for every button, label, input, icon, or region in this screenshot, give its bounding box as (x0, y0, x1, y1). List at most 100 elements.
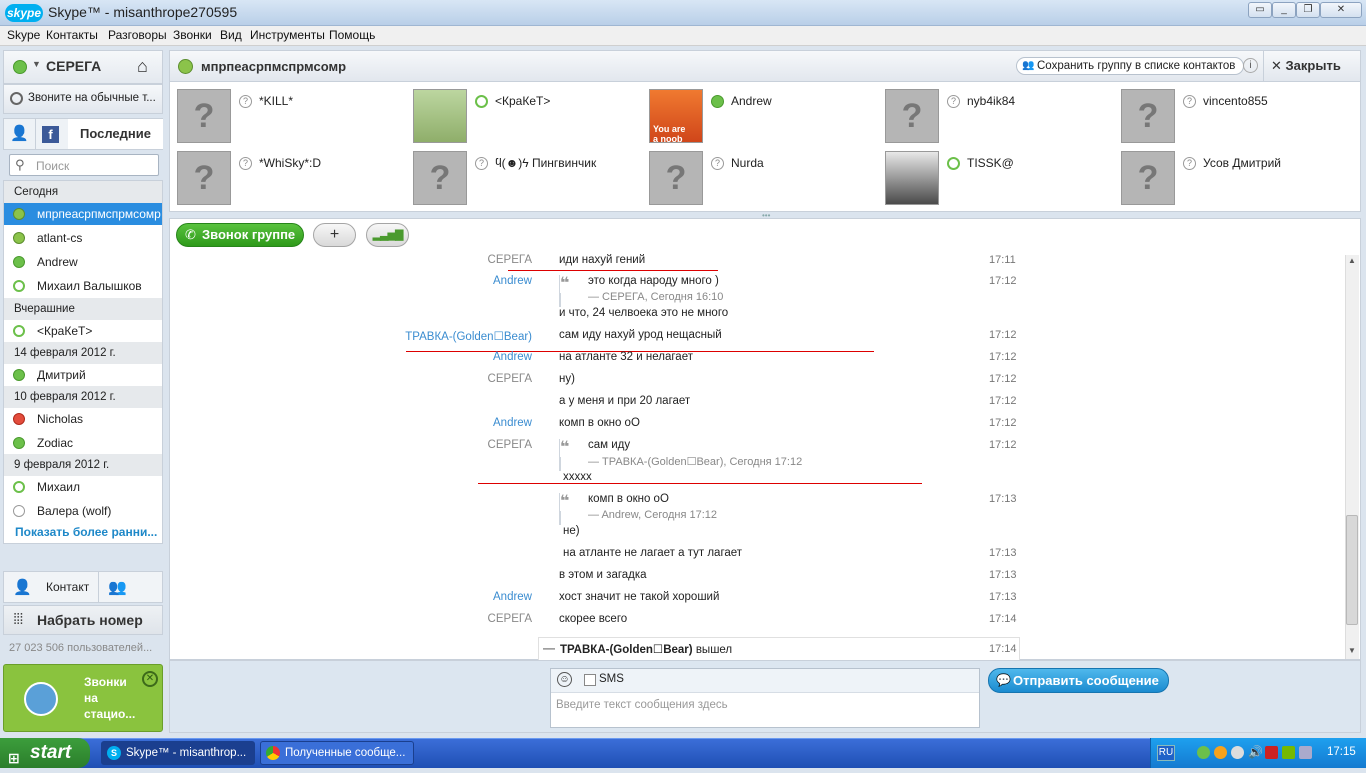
maximize-button[interactable]: ❐ (1296, 2, 1320, 18)
message-author[interactable]: СЕРЕГА (488, 254, 532, 266)
tab-recent[interactable]: Последние (68, 119, 163, 149)
message-author[interactable]: СЕРЕГА (488, 439, 532, 451)
tray-app-icon[interactable] (1265, 746, 1278, 759)
avatar: You are a noob (649, 89, 703, 144)
avatar-placeholder-icon: ? (1121, 151, 1175, 205)
add-contact-icon[interactable]: 👤 (13, 578, 32, 596)
user-profile-bar[interactable]: ▼ СЕРЕГА ⌂ (3, 50, 163, 84)
menu-help[interactable]: Помощь (329, 28, 375, 42)
message-author[interactable]: Andrew (493, 275, 532, 287)
user-name[interactable]: СЕРЕГА (46, 58, 101, 74)
message-author[interactable]: Andrew (493, 417, 532, 429)
nvidia-icon[interactable] (1282, 746, 1295, 759)
taskbar-item-skype[interactable]: S Skype™ - misanthrop... (101, 741, 255, 765)
home-icon[interactable]: ⌂ (137, 56, 148, 77)
close-conversation-button[interactable]: ✕ Закрыть (1271, 58, 1341, 74)
recent-item[interactable]: Andrew (4, 251, 162, 273)
call-phones-button[interactable]: Звоните на обычные т... (3, 84, 163, 114)
member-card[interactable]: ?? *KILL* (177, 89, 407, 147)
promo-line: на (84, 691, 98, 705)
message-author[interactable]: ТРАВКА-(Golden☐Bear) (405, 329, 532, 343)
recent-item[interactable]: Михаил Валышков (4, 275, 162, 297)
facebook-icon[interactable]: f (42, 126, 59, 143)
recent-item[interactable]: atlant-cs (4, 227, 162, 249)
message-time: 17:12 (989, 275, 1017, 287)
close-promo-icon[interactable]: ✕ (142, 671, 158, 687)
member-card[interactable]: ?? vincento855 (1121, 89, 1351, 147)
create-group-icon[interactable]: 👥 (108, 578, 127, 596)
language-indicator[interactable]: RU (1157, 745, 1175, 761)
close-window-button[interactable]: ✕ (1320, 2, 1362, 18)
start-button[interactable]: ⊞ start (0, 738, 90, 768)
scrollbar-thumb[interactable] (1346, 515, 1358, 625)
recent-item[interactable]: Валера (wolf) (4, 500, 162, 522)
message-author[interactable]: СЕРЕГА (488, 373, 532, 385)
tray-app-icon[interactable] (1214, 746, 1227, 759)
menu-view[interactable]: Вид (220, 28, 242, 42)
menu-tools[interactable]: Инструменты (250, 28, 325, 42)
volume-icon[interactable]: 🔊 (1248, 745, 1263, 759)
recent-item[interactable]: <КраКеТ> (4, 320, 162, 342)
menu-conversations[interactable]: Разговоры (108, 28, 167, 42)
recent-item[interactable]: Nicholas (4, 408, 162, 430)
recent-item[interactable]: Zodiac (4, 432, 162, 454)
message-text: сам иду нахуй урод нещасный (559, 329, 722, 341)
save-group-button[interactable]: 👥 Сохранить группу в списке контактов (1016, 57, 1245, 75)
clock[interactable]: 17:15 (1327, 746, 1356, 758)
member-card[interactable]: <КраКеТ> (413, 89, 643, 147)
recent-item[interactable]: мпрпеасрпмспрмсомр (4, 203, 162, 225)
member-card[interactable]: ?? nyb4ik84 (885, 89, 1115, 147)
scroll-up-icon[interactable]: ▲ (1348, 256, 1356, 265)
member-card[interactable]: ?? Усов Дмитрий (1121, 151, 1351, 209)
call-group-button[interactable]: ✆ Звонок группе (176, 223, 304, 247)
member-card[interactable]: ?? *WhiSky*:D (177, 151, 407, 209)
menu-skype[interactable]: Skype (7, 28, 40, 42)
dial-number-button[interactable]: ⁞⁞⁞ Набрать номер (3, 605, 163, 635)
tray-app-icon[interactable] (1231, 746, 1244, 759)
message-author[interactable]: СЕРЕГА (488, 613, 532, 625)
member-card[interactable]: You are a noob Andrew (649, 89, 879, 147)
chat-message: и что, 24 челвоека это не много (170, 307, 1350, 329)
conversation-title[interactable]: мпрпеасрпмспрмсомр (201, 59, 346, 74)
contacts-tab-icon[interactable]: 👤 (4, 119, 36, 149)
chat-message: Andrew комп в окно оО 17:12 (170, 417, 1350, 439)
message-time: 17:11 (989, 254, 1016, 266)
sms-checkbox[interactable] (584, 674, 596, 686)
sms-label[interactable]: SMS (599, 673, 624, 685)
message-author[interactable]: Andrew (493, 591, 532, 603)
left-event-name[interactable]: ТРАВКА-(Golden☐Bear) (560, 644, 693, 656)
add-contact-label[interactable]: Контакт (46, 580, 89, 594)
minimize-button[interactable]: _ (1272, 2, 1296, 18)
menu-contacts[interactable]: Контакты (46, 28, 98, 42)
send-message-button[interactable]: 💬 Отправить сообщение (988, 668, 1169, 693)
signal-bars-icon[interactable]: ▂▃▅▇ (366, 223, 409, 247)
menu-calls[interactable]: Звонки (173, 28, 212, 42)
recent-item[interactable]: Михаил (4, 476, 162, 498)
message-time: 17:13 (989, 569, 1017, 581)
status-online-icon[interactable] (13, 60, 27, 74)
scroll-down-icon[interactable]: ▼ (1348, 646, 1356, 655)
show-more-link[interactable]: Показать более ранни... (15, 525, 157, 539)
emoticon-icon[interactable]: ☺ (557, 672, 572, 687)
skype-tray-icon[interactable] (1197, 746, 1210, 759)
info-icon[interactable]: i (1243, 58, 1258, 73)
status-unknown-icon: ? (711, 157, 724, 170)
chat-message: а у меня и при 20 лагает 17:12 (170, 395, 1350, 417)
search-input[interactable]: ⚲ Поиск (9, 154, 159, 176)
status-busy-icon (13, 413, 25, 425)
network-icon[interactable] (1299, 746, 1312, 759)
promo-banner[interactable]: Звонки на стацио... ✕ (3, 664, 163, 732)
conversation-header: мпрпеасрпмспрмсомр 👥 Сохранить группу в с… (169, 50, 1361, 82)
chevron-down-icon[interactable]: ▼ (32, 59, 41, 69)
add-participant-button[interactable]: + (313, 223, 356, 247)
menu-bar: Skype Контакты Разговоры Звонки Вид Инст… (0, 26, 1366, 46)
member-card[interactable]: TISSK@ (885, 151, 1115, 209)
recent-item[interactable]: Дмитрий (4, 364, 162, 386)
member-name: ϥ(☻)ϟ Пингвинчик (495, 156, 597, 170)
message-author[interactable]: Andrew (493, 351, 532, 363)
quote-source: — ТРАВКА-(Golden☐Bear), Сегодня 17:12 (588, 456, 803, 468)
restore-alt-icon[interactable]: ▭ (1248, 2, 1272, 18)
member-card[interactable]: ?? ϥ(☻)ϟ Пингвинчик (413, 151, 643, 209)
member-card[interactable]: ?? Nurda (649, 151, 879, 209)
taskbar-item-chrome[interactable]: Полученные сообще... (260, 741, 414, 765)
